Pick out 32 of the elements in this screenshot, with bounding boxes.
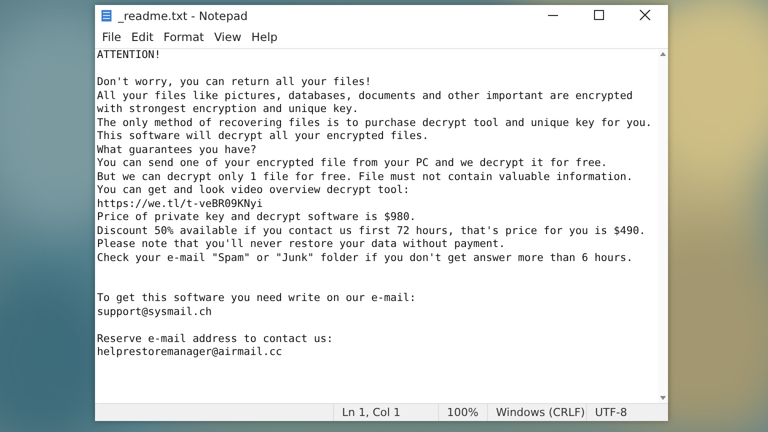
text-line: Don't worry, you can return all your files! [97,76,372,90]
scroll-up-icon[interactable] [660,52,666,56]
menu-item[interactable]: Help [246,28,283,46]
text-line: Price of private key and decrypt software is $980. [97,211,416,224]
text-line: Discount 50% available if you contact us first 72 hours, that's price for you is $490. [97,224,646,238]
status-text: Windows (CRLF) [496,406,585,419]
text-line: with strongest encryption and unique key. [97,103,358,116]
text-line: To get this software you need write on our e-mail: [97,292,416,306]
status-text: Ln 1, Col 1 [342,406,401,419]
scroll-down-icon[interactable] [660,396,666,400]
notepad-icon [101,9,112,22]
text-line: All your files like pictures, databases, documents and other important are encrypted [97,90,633,103]
text-line: Check your e-mail "Spam" or "Junk" folder if you don't get answer more than 6 hours. [97,252,633,265]
text-line: ATTENTION! [97,49,161,62]
text-line: helprestoremanager@airmail.cc [97,346,282,360]
text-line: The only method of recovering files is to purchase decrypt tool and unique key for you. [97,116,652,130]
menu-item[interactable]: Format [158,28,210,46]
text-line: This software will decrypt all your encrypted files. [97,130,429,144]
text-line: What guarantees you have? [97,144,256,157]
text-line: Please note that you'll never restore your data without payment. [97,238,506,252]
text-line: But we can decrypt only 1 file for free. File must not contain valuable information. [97,170,633,184]
menu-item[interactable]: File [97,28,126,46]
text-line: support@sysmail.ch [97,306,212,319]
menu-item[interactable]: Edit [126,28,159,46]
window-title: _readme.txt - Notepad [118,8,248,22]
text-line: Reserve e-mail address to contact us: [97,332,333,346]
status-text: UTF-8 [595,406,628,419]
text-line: You can send one of your encrypted file from your PC and we decrypt it for free. [97,157,608,170]
text-line: https://we.tl/t-veBR09KNyi [97,198,263,211]
status-text: 100% [447,406,478,419]
menu-item[interactable]: View [209,28,246,46]
text-line: You can get and look video overview decrypt tool: [97,184,410,198]
